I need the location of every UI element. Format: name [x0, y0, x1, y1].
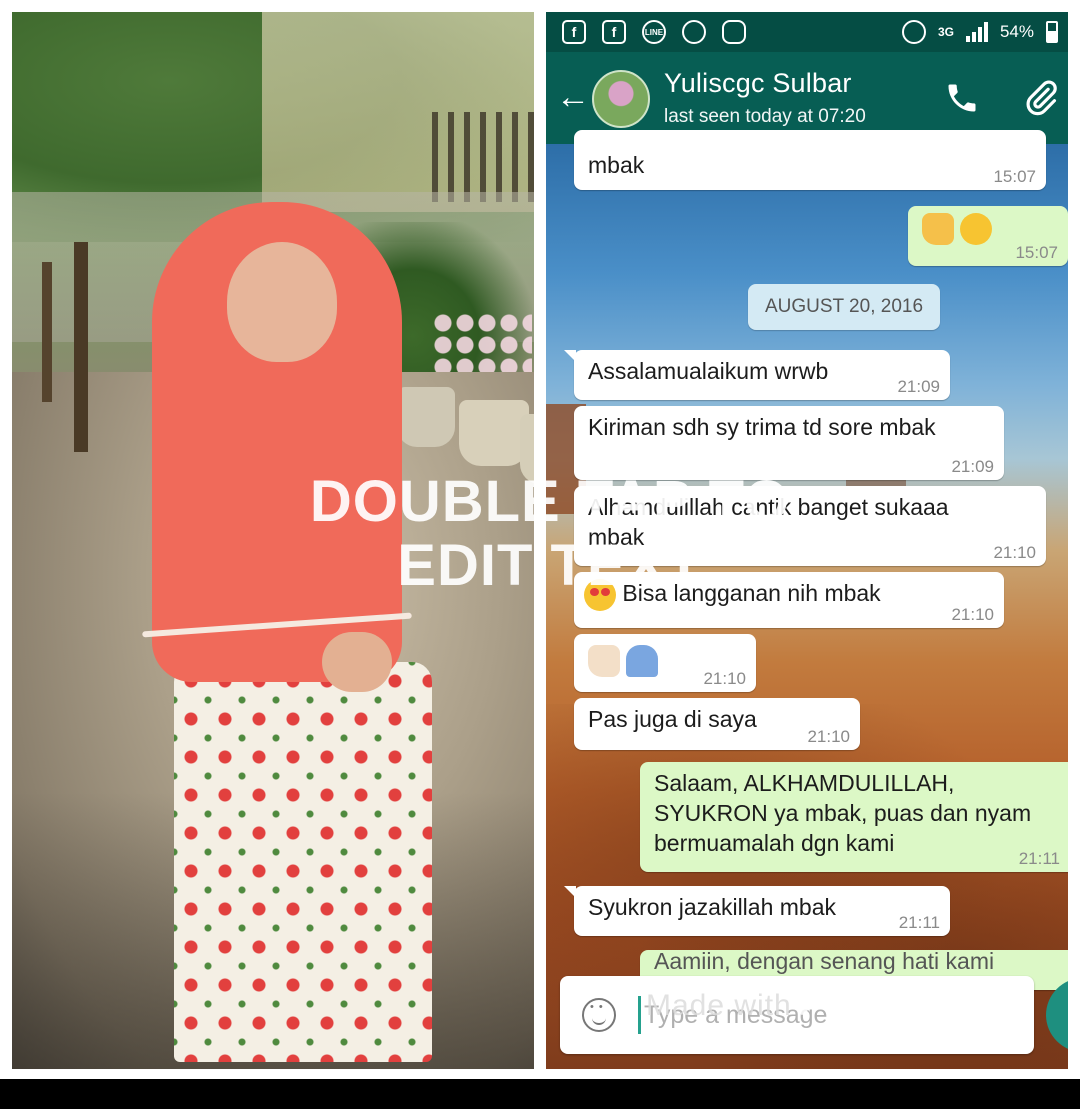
message-time: 21:09: [951, 457, 994, 476]
alarm-icon: [901, 20, 926, 44]
message-time: 21:11: [1018, 849, 1060, 868]
facebook-icon: f: [602, 20, 626, 44]
person-figure: [132, 202, 432, 1062]
message-text: SYUKRON ya mbak, puas dan nyam: [654, 800, 1032, 826]
facebook-icon: f: [562, 20, 586, 44]
message-text: Aamiin, dengan senang hati kami: [654, 950, 995, 974]
tree-trunk: [42, 262, 52, 402]
message-time: 21:10: [807, 727, 850, 746]
bbm-icon: [722, 20, 746, 44]
back-arrow-icon[interactable]: ←: [556, 80, 590, 114]
message-text: mbak: [588, 152, 645, 178]
signal-icon: [965, 22, 988, 42]
avatar[interactable]: [592, 70, 650, 128]
battery-icon: [1046, 21, 1058, 43]
message-bubble-outgoing[interactable]: 15:07: [908, 206, 1068, 266]
edit-text-overlay[interactable]: DOUBLE TAP TO EDIT TEXT: [200, 470, 900, 598]
tree-trunk: [74, 242, 88, 452]
message-bubble-incoming[interactable]: mbak 15:07: [574, 130, 1046, 190]
message-time: 21:09: [897, 377, 940, 396]
pray-icon: [626, 644, 659, 677]
bottom-bar: [0, 1079, 1080, 1109]
emoji-icon[interactable]: [582, 998, 616, 1032]
date-divider: AUGUST 20, 2016: [748, 284, 940, 330]
thumbs-up-icon: [588, 644, 620, 677]
message-bubble-incoming[interactable]: Syukron jazakillah mbak 21:11: [564, 886, 950, 936]
face: [227, 242, 337, 362]
message-time: 15:07: [993, 167, 1036, 186]
message-time: 21:10: [951, 605, 994, 624]
contact-name[interactable]: Yuliscgc Sulbar: [664, 68, 852, 99]
message-time: 21:10: [703, 669, 746, 688]
overlay-line-1: DOUBLE TAP TO: [309, 469, 791, 534]
fence: [432, 112, 534, 202]
line-icon: LINE: [642, 20, 666, 44]
attach-paperclip-icon[interactable]: [1022, 78, 1060, 118]
message-text: bermuamalah dgn kami: [654, 830, 895, 856]
watermark-brand: PicLab: [797, 973, 955, 1025]
battery-percent: 54%: [999, 22, 1034, 41]
message-text: Salaam, ALKHAMDULILLAH,: [654, 770, 955, 796]
chat-area: mbak 15:07 15:07 AUGUST 20, 2016 Assalam…: [546, 130, 1068, 1069]
app-watermark: Made with PicLab: [646, 972, 955, 1026]
text-cursor: [638, 996, 641, 1034]
flowers: [432, 312, 532, 372]
message-time: 15:07: [1015, 243, 1058, 262]
hands: [322, 632, 392, 692]
smile-icon: [960, 212, 993, 245]
last-seen-status: last seen today at 07:20: [664, 106, 866, 127]
message-text: Assalamualaikum wrwb: [588, 358, 829, 384]
flower-pot: [459, 400, 529, 466]
message-bubble-incoming[interactable]: Assalamualaikum wrwb 21:09: [564, 350, 950, 400]
alarm-icon: [682, 20, 706, 44]
message-bubble-incoming[interactable]: Pas juga di saya 21:10: [574, 698, 860, 750]
message-text: Syukron jazakillah mbak: [588, 894, 837, 920]
watermark-made-with: Made with: [646, 989, 792, 1022]
floral-skirt: [174, 662, 432, 1062]
thumbs-up-icon: [922, 212, 954, 245]
message-time: 21:11: [898, 913, 940, 932]
message-bubble-outgoing[interactable]: Salaam, ALKHAMDULILLAH, SYUKRON ya mbak,…: [640, 762, 1068, 872]
network-type: 3G: [937, 24, 954, 39]
overlay-line-2: EDIT TEXT: [397, 533, 703, 598]
status-bar: f f LINE 3G 54%: [546, 12, 1068, 52]
message-bubble-incoming[interactable]: 21:10: [574, 634, 756, 692]
message-time: 21:10: [993, 543, 1036, 562]
message-text: Pas juga di saya: [588, 706, 757, 732]
phone-call-icon[interactable]: [944, 80, 980, 116]
message-text: Kiriman sdh sy trima td sore mbak: [588, 414, 936, 440]
